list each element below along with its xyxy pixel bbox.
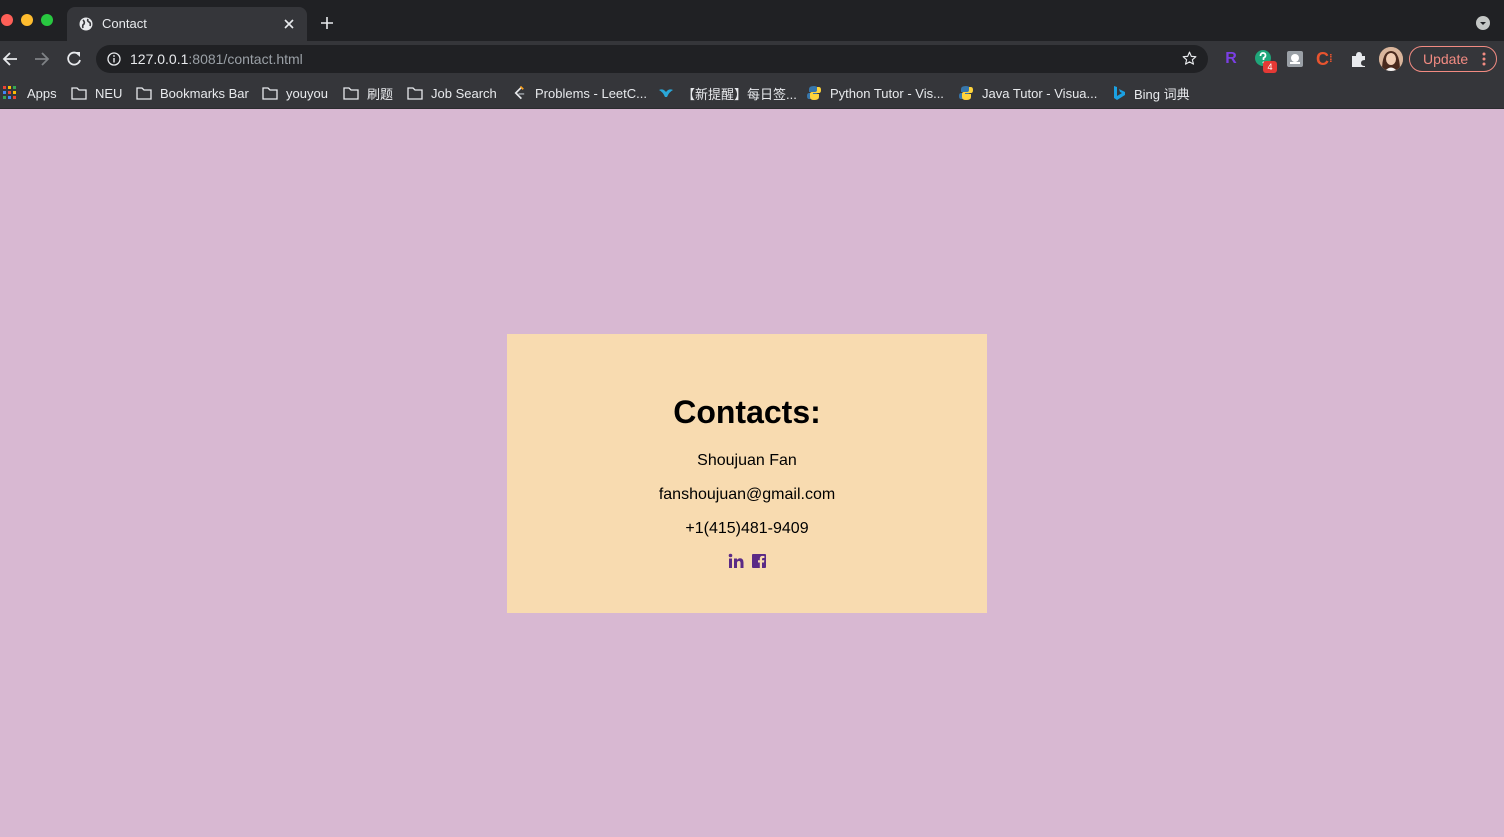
bookmark-label: 【新提醒】每日签... bbox=[682, 86, 797, 102]
url-host: 127.0.0.1 bbox=[130, 51, 189, 67]
contact-card: Contacts: Shoujuan Fan fanshoujuan@gmail… bbox=[507, 334, 987, 613]
profile-avatar-icon bbox=[1379, 47, 1403, 71]
bookmark-label: youyou bbox=[286, 85, 328, 101]
tab-contact[interactable]: Contact bbox=[67, 7, 307, 41]
bookmark-label: Bing 词典 bbox=[1134, 86, 1190, 102]
update-label: Update bbox=[1423, 51, 1469, 67]
bookmark-label: Java Tutor - Visua... bbox=[982, 85, 1098, 101]
contact-name: Shoujuan Fan bbox=[697, 452, 797, 469]
contact-email: fanshoujuan@gmail.com bbox=[658, 486, 836, 503]
folder-icon bbox=[136, 87, 152, 100]
python-icon bbox=[807, 86, 821, 100]
tab-title: Contact bbox=[102, 16, 147, 31]
folder-icon bbox=[407, 87, 423, 100]
close-window-button[interactable] bbox=[1, 14, 13, 26]
bookmark-label: NEU bbox=[95, 85, 123, 101]
bookmark-label: Bookmarks Bar bbox=[160, 85, 249, 101]
bookmark-java-tutor[interactable]: Java Tutor - Visua... bbox=[958, 84, 1097, 102]
extensions-puzzle-icon[interactable] bbox=[1349, 49, 1369, 69]
tab-strip: Contact bbox=[0, 0, 1504, 41]
address-bar[interactable]: 127.0.0.1:8081/contact.html bbox=[96, 45, 1208, 73]
social-links bbox=[507, 553, 987, 569]
extension-c-label: C bbox=[1316, 49, 1329, 69]
folder-icon bbox=[262, 87, 278, 100]
extension-badge: 4 bbox=[1263, 61, 1277, 73]
folder-icon bbox=[343, 87, 359, 100]
bookmark-folder-neu[interactable]: NEU bbox=[71, 84, 122, 102]
close-icon[interactable] bbox=[281, 16, 297, 32]
bookmark-label: 刷题 bbox=[367, 86, 394, 102]
bookmark-label: Apps bbox=[27, 85, 57, 101]
extension-r-icon[interactable]: R bbox=[1221, 49, 1241, 69]
back-icon[interactable] bbox=[1, 50, 19, 68]
facebook-icon[interactable] bbox=[751, 553, 767, 569]
bookmark-folder-youyou[interactable]: youyou bbox=[262, 84, 328, 102]
bookmark-star-icon[interactable] bbox=[1181, 50, 1198, 67]
forward-icon[interactable] bbox=[33, 50, 51, 68]
avatar[interactable] bbox=[1379, 47, 1403, 71]
bookmark-folder-job-search[interactable]: Job Search bbox=[407, 84, 497, 102]
python-icon bbox=[959, 86, 973, 100]
contact-phone: +1(415)481-9409 bbox=[685, 520, 809, 537]
globe-icon bbox=[79, 17, 93, 31]
reload-icon[interactable] bbox=[65, 50, 83, 68]
folder-icon bbox=[71, 87, 87, 100]
update-button[interactable]: Update bbox=[1409, 46, 1497, 72]
leetcode-icon bbox=[514, 85, 525, 100]
minimize-window-button[interactable] bbox=[21, 14, 33, 26]
bookmark-folder-bookmarks-bar[interactable]: Bookmarks Bar bbox=[136, 84, 249, 102]
bookmark-daily-signin[interactable]: 【新提醒】每日签... bbox=[658, 84, 797, 102]
bookmark-label: Job Search bbox=[431, 85, 497, 101]
bookmark-bing-dictionary[interactable]: Bing 词典 bbox=[1112, 84, 1190, 102]
bird-icon bbox=[659, 89, 673, 97]
apps-grid-icon bbox=[3, 86, 16, 99]
url-path: :8081/contact.html bbox=[188, 51, 303, 67]
tab-search-icon[interactable] bbox=[1476, 16, 1490, 30]
more-menu-icon[interactable] bbox=[1482, 52, 1486, 66]
new-tab-icon[interactable] bbox=[319, 15, 335, 31]
page-title: Contacts: bbox=[673, 394, 821, 430]
bookmark-leetcode[interactable]: Problems - LeetC... bbox=[512, 84, 647, 102]
bookmark-label: Python Tutor - Vis... bbox=[830, 85, 944, 101]
maximize-window-button[interactable] bbox=[41, 14, 53, 26]
bookmarks-bar: Apps NEU Bookmarks Bar youyou 刷题 Job Sea… bbox=[0, 77, 1504, 109]
bookmark-label: Problems - LeetC... bbox=[535, 85, 647, 101]
url-text[interactable]: 127.0.0.1:8081/contact.html bbox=[130, 51, 303, 67]
linkedin-icon[interactable] bbox=[728, 553, 744, 569]
bookmark-python-tutor[interactable]: Python Tutor - Vis... bbox=[806, 84, 944, 102]
browser-toolbar: 127.0.0.1:8081/contact.html R 4 C⁞ Updat… bbox=[0, 41, 1504, 77]
info-icon[interactable] bbox=[107, 52, 121, 66]
bookmark-folder-shuati[interactable]: 刷题 bbox=[343, 84, 393, 102]
bing-icon bbox=[1114, 86, 1125, 100]
extension-c-icon[interactable]: C⁞ bbox=[1316, 49, 1336, 69]
extension-box-icon[interactable] bbox=[1285, 49, 1305, 69]
bookmark-apps[interactable]: Apps bbox=[3, 84, 57, 102]
